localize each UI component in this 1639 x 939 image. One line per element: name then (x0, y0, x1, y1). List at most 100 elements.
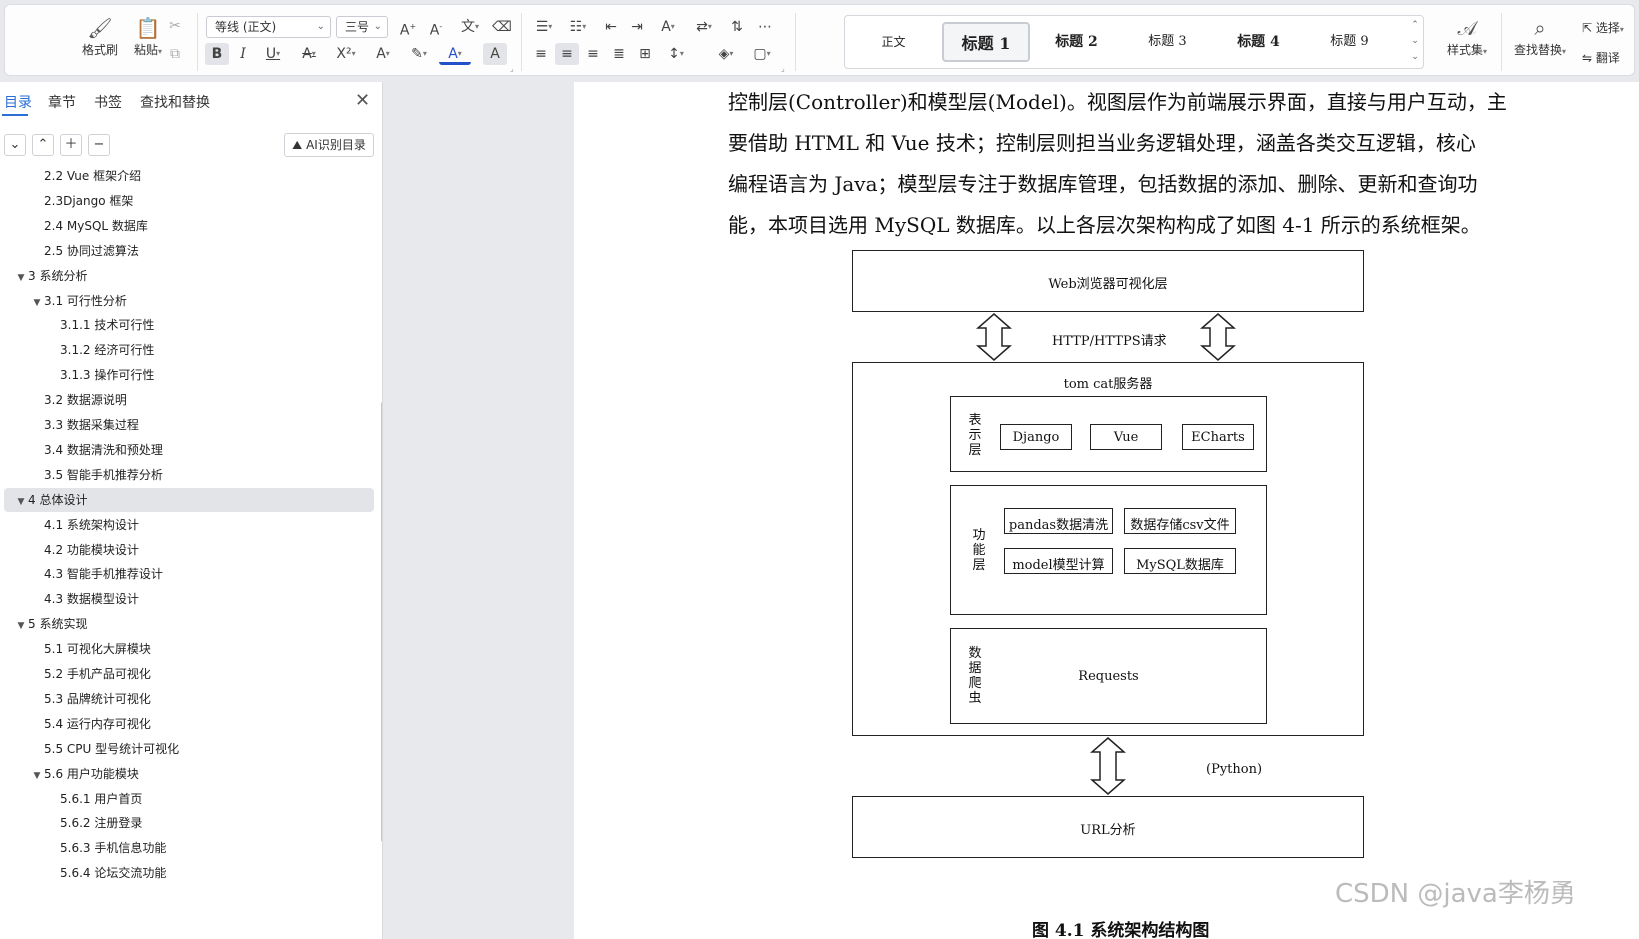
toc-item[interactable]: 3.2 数据源说明 (4, 388, 374, 412)
toc-item[interactable]: 5.2 手机产品可视化 (4, 662, 374, 686)
close-icon[interactable]: ✕ (355, 90, 370, 111)
justify-icon[interactable]: ≣ (607, 43, 631, 65)
toc-item-label: 3.3 数据采集过程 (44, 418, 139, 432)
toc-item[interactable]: 5.3 品牌统计可视化 (4, 687, 374, 711)
char-shading-icon[interactable]: A (483, 43, 507, 65)
font-size-select[interactable]: 三号 ⌄ (336, 16, 388, 38)
toc-item[interactable]: 2.2 Vue 框架介绍 (4, 164, 374, 188)
toc-item[interactable]: 4.3 智能手机推荐设计 (4, 562, 374, 586)
toc-item[interactable]: 5.1 可视化大屏模块 (4, 637, 374, 661)
style-set-button[interactable]: 𝒜 样式集▾ (1439, 15, 1495, 58)
style-heading-1[interactable]: 标题 1 (942, 22, 1030, 62)
toc-item[interactable]: 3.5 智能手机推荐分析 (4, 463, 374, 487)
toc-item[interactable]: 4.3 数据模型设计 (4, 587, 374, 611)
style-heading-2[interactable]: 标题 2 (1034, 22, 1119, 62)
font-name-select[interactable]: 等线 (正文) ⌄ (206, 16, 331, 38)
translate-button[interactable]: ⇋ 翻译 (1582, 49, 1620, 66)
decrease-indent-icon[interactable]: ⇤ (599, 16, 623, 38)
cut-icon[interactable]: ✂ (163, 15, 187, 37)
toc-item[interactable]: 5.6.1 用户首页 (4, 787, 374, 811)
toc-item[interactable]: 5.6.3 手机信息功能 (4, 836, 374, 860)
align-right-icon[interactable]: ≡ (581, 43, 605, 65)
document-page[interactable]: 控制层(Controller)和模型层(Model)。视图层作为前端展示界面，直… (574, 82, 1639, 939)
crawler-layer-box: Requests (950, 628, 1267, 724)
add-heading-button[interactable]: ＋ (60, 134, 82, 156)
format-painter-button[interactable]: 🖌 格式刷 (75, 15, 125, 58)
style-normal[interactable]: 正文 (851, 22, 936, 62)
underline-button[interactable]: U▾ (257, 43, 289, 65)
bullet-list-icon[interactable]: ☰▾ (529, 16, 559, 38)
select-button[interactable]: ⇱ 选择▾ (1582, 19, 1624, 36)
toc-item[interactable]: ▼ 3 系统分析 (4, 264, 374, 288)
expand-triangle-icon[interactable]: ▼ (30, 291, 44, 315)
toc-item[interactable]: ▼ 5 系统实现 (4, 612, 374, 636)
tab-bookmarks[interactable]: 书签 (94, 92, 122, 112)
text-direction-icon[interactable]: A▾ (653, 16, 683, 38)
toc-item[interactable]: 3.1.3 操作可行性 (4, 363, 374, 387)
distribute-icon[interactable]: ⊞ (633, 43, 657, 65)
borders-icon[interactable]: ▢▾ (747, 43, 777, 65)
clear-format-icon[interactable]: ⌫ (490, 16, 514, 38)
style-heading-4[interactable]: 标题 4 (1216, 22, 1301, 62)
font-dialog-launcher-icon[interactable]: ⌟ (510, 64, 514, 73)
expand-triangle-icon[interactable]: ▼ (14, 490, 28, 514)
toc-item[interactable]: 5.6.2 注册登录 (4, 811, 374, 835)
text-effect-icon[interactable]: A▾ (367, 43, 399, 65)
superscript-button[interactable]: X²▾ (329, 43, 363, 65)
shrink-font-icon[interactable]: A- (424, 16, 448, 39)
tab-toc[interactable]: 目录 (4, 92, 32, 112)
gallery-scroll-up-icon[interactable]: ⌃ (1409, 20, 1421, 30)
sort-text-icon[interactable]: ⇄▾ (689, 16, 719, 38)
copy-icon[interactable]: ⧉ (163, 43, 187, 65)
toc-item[interactable]: 3.1.2 经济可行性 (4, 338, 374, 362)
phonetic-guide-icon[interactable]: 文▾ (454, 16, 486, 38)
toc-item[interactable]: 3.4 数据清洗和预处理 (4, 438, 374, 462)
remove-heading-button[interactable]: − (88, 134, 110, 156)
gallery-scroll-down-icon[interactable]: ⌄ (1409, 36, 1421, 46)
toc-item[interactable]: ▼ 4 总体设计 (4, 487, 374, 514)
strikethrough-button[interactable]: A▾ (293, 43, 325, 65)
expand-triangle-icon[interactable]: ▼ (14, 266, 28, 290)
toc-item[interactable]: 2.5 协同过滤算法 (4, 239, 374, 263)
toc-item[interactable]: 5.5 CPU 型号统计可视化 (4, 737, 374, 761)
tab-find-replace[interactable]: 查找和替换 (140, 92, 210, 112)
italic-button[interactable]: I (231, 43, 255, 65)
toc-item[interactable]: ▼ 5.6 用户功能模块 (4, 762, 374, 786)
toc-item[interactable]: ▼ 3.1 可行性分析 (4, 289, 374, 313)
shading-icon[interactable]: ◈▾ (711, 43, 741, 65)
toc-item-label: 2.2 Vue 框架介绍 (44, 169, 142, 183)
toc-item[interactable]: 5.6.4 论坛交流功能 (4, 861, 374, 885)
align-center-icon[interactable]: ≡ (555, 43, 579, 65)
collapse-all-button[interactable]: ⌄ (4, 134, 26, 156)
toc-item[interactable]: 4.1 系统架构设计 (4, 513, 374, 537)
expand-triangle-icon[interactable]: ▼ (14, 614, 28, 638)
requests-label: Requests (1078, 669, 1139, 684)
font-color-icon[interactable]: A▾ (439, 43, 471, 65)
numbered-list-icon[interactable]: ☷▾ (563, 16, 593, 38)
toc-item[interactable]: 2.3Django 框架 (4, 189, 374, 213)
active-tab-indicator (2, 114, 28, 116)
highlight-icon[interactable]: ✎▾ (403, 43, 435, 65)
toc-item[interactable]: 3.3 数据采集过程 (4, 413, 374, 437)
align-left-icon[interactable]: ≡ (529, 43, 553, 65)
style-heading-9[interactable]: 标题 9 (1307, 22, 1392, 62)
bold-button[interactable]: B (205, 43, 229, 65)
sort-icon[interactable]: ⇅ (725, 16, 749, 38)
gallery-expand-icon[interactable]: ⌄ (1409, 52, 1421, 62)
toc-item[interactable]: 2.4 MySQL 数据库 (4, 214, 374, 238)
toc-item[interactable]: 5.4 运行内存可视化 (4, 712, 374, 736)
increase-indent-icon[interactable]: ⇥ (625, 16, 649, 38)
ai-toc-button[interactable]: ⛰ AI识别目录 (284, 133, 374, 157)
grow-font-icon[interactable]: A+ (396, 16, 420, 39)
expand-up-button[interactable]: ⌃ (32, 134, 54, 156)
scrollbar[interactable] (381, 402, 382, 842)
toc-item[interactable]: 4.2 功能模块设计 (4, 538, 374, 562)
toc-item[interactable]: 3.1.1 技术可行性 (4, 313, 374, 337)
style-heading-3[interactable]: 标题 3 (1125, 22, 1210, 62)
line-spacing-icon[interactable]: ↕▾ (661, 43, 691, 65)
show-marks-icon[interactable]: ⋯ (753, 16, 777, 38)
tab-chapters[interactable]: 章节 (48, 92, 76, 112)
paragraph-dialog-launcher-icon[interactable]: ⌟ (781, 64, 785, 73)
find-replace-button[interactable]: ⌕ 查找替换▾ (1505, 15, 1575, 58)
expand-triangle-icon[interactable]: ▼ (30, 764, 44, 788)
